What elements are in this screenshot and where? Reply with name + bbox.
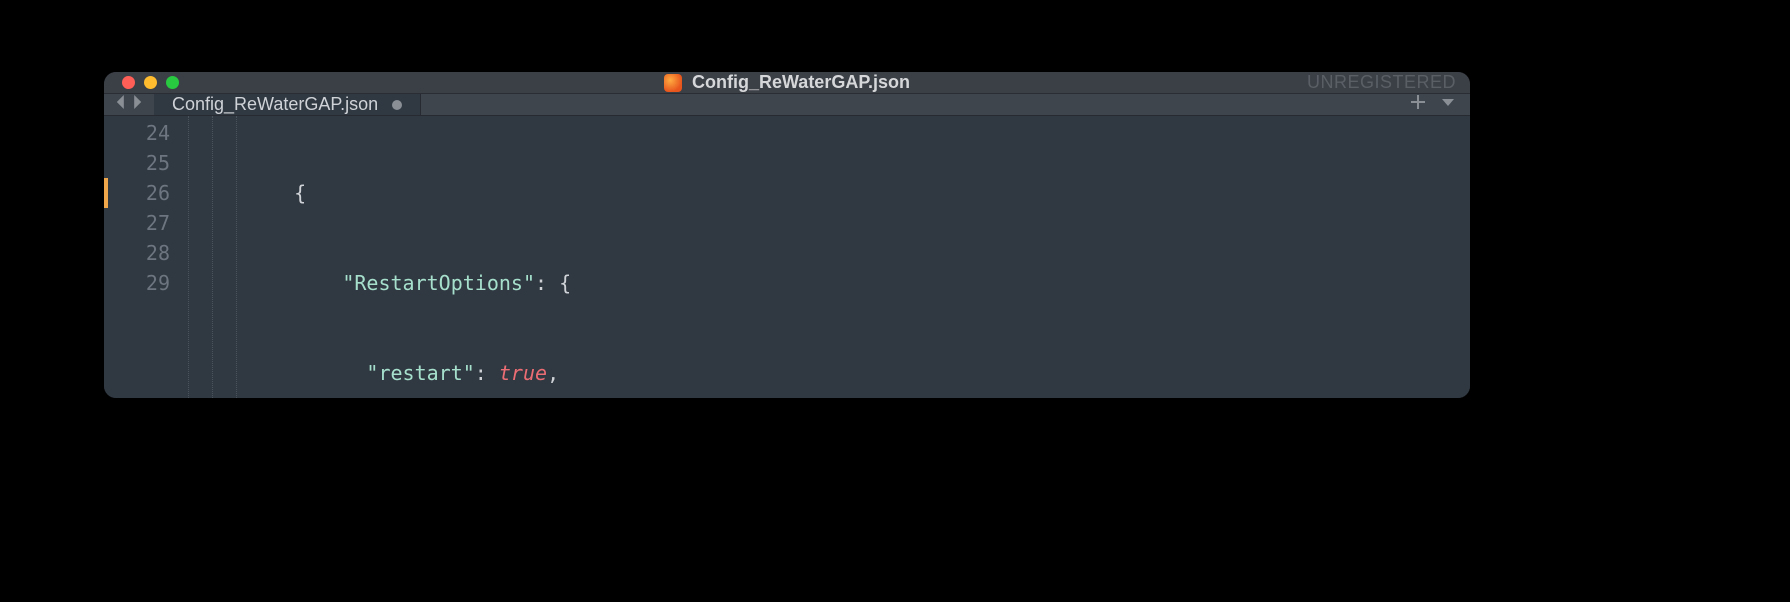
code-line: "restart": true, xyxy=(246,358,1470,388)
license-status[interactable]: UNREGISTERED xyxy=(1307,72,1456,93)
line-number: 25 xyxy=(104,148,170,178)
code-line: "RestartOptions": { xyxy=(246,268,1470,298)
window-controls xyxy=(122,76,179,89)
close-window-button[interactable] xyxy=(122,76,135,89)
file-type-icon xyxy=(664,74,682,92)
titlebar: Config_ReWaterGAP.json UNREGISTERED xyxy=(104,72,1470,94)
indent-guides xyxy=(182,116,246,398)
new-tab-icon[interactable] xyxy=(1410,94,1426,115)
line-number: 26 xyxy=(104,178,170,208)
editor-window: Config_ReWaterGAP.json UNREGISTERED Conf… xyxy=(104,72,1470,398)
line-number: 27 xyxy=(104,208,170,238)
nav-forward-icon[interactable] xyxy=(130,95,144,114)
window-title: Config_ReWaterGAP.json xyxy=(104,72,1470,93)
tab-history-nav xyxy=(104,94,154,115)
line-number: 28 xyxy=(104,238,170,268)
tab-bar-actions xyxy=(1410,94,1470,115)
modified-line-marker xyxy=(104,178,108,208)
line-number-gutter: 24 25 26 27 28 29 xyxy=(104,116,182,398)
line-number: 29 xyxy=(104,268,170,298)
file-tab[interactable]: Config_ReWaterGAP.json xyxy=(154,94,421,115)
zoom-window-button[interactable] xyxy=(166,76,179,89)
code-line: { xyxy=(246,178,1470,208)
code-editor[interactable]: 24 25 26 27 28 29 { "RestartOptions": { … xyxy=(104,116,1470,398)
window-title-text: Config_ReWaterGAP.json xyxy=(692,72,910,93)
tab-dropdown-icon[interactable] xyxy=(1440,94,1456,115)
minimize-window-button[interactable] xyxy=(144,76,157,89)
nav-back-icon[interactable] xyxy=(114,95,128,114)
dirty-indicator-icon xyxy=(392,100,402,110)
tab-bar: Config_ReWaterGAP.json xyxy=(104,94,1470,116)
code-content[interactable]: { "RestartOptions": { "restart": true, "… xyxy=(246,116,1470,398)
line-number: 24 xyxy=(104,118,170,148)
tab-label: Config_ReWaterGAP.json xyxy=(172,94,378,115)
